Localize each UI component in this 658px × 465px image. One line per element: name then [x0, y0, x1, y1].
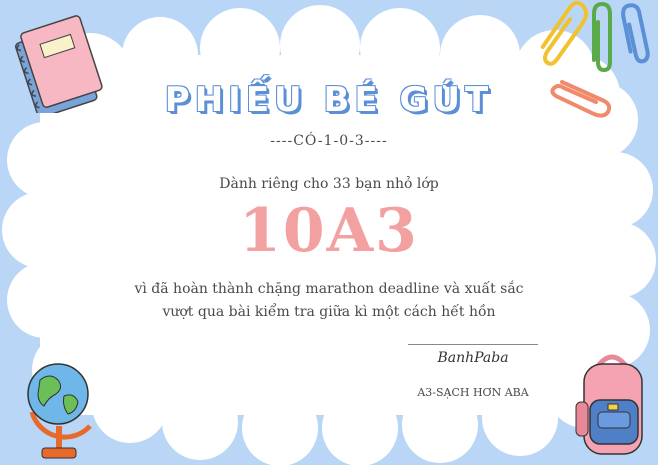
body-line-1: vì đã hoàn thành chặng marathon deadline… — [134, 281, 524, 297]
body-line-2: vượt qua bài kiểm tra giữa kì một cách h… — [162, 304, 496, 320]
body-text: vì đã hoàn thành chặng marathon deadline… — [0, 278, 658, 324]
backpack-icon — [575, 354, 643, 455]
certificate-page: PHIẾU BÉ GÚT ----CÓ-1-0-3---- Dành riêng… — [0, 0, 658, 465]
class-name: 10A3 — [239, 196, 419, 266]
signature: BanhPaba — [437, 350, 509, 366]
certificate-subtitle: ----CÓ-1-0-3---- — [270, 133, 388, 149]
signature-line — [408, 344, 538, 345]
certificate-title: PHIẾU BÉ GÚT — [164, 80, 494, 120]
globe-icon — [27, 363, 92, 459]
dedication-text: Dành riêng cho 33 bạn nhỏ lớp — [219, 176, 439, 192]
signer-name: A3-SẠCH HƠN ABA — [417, 386, 529, 399]
